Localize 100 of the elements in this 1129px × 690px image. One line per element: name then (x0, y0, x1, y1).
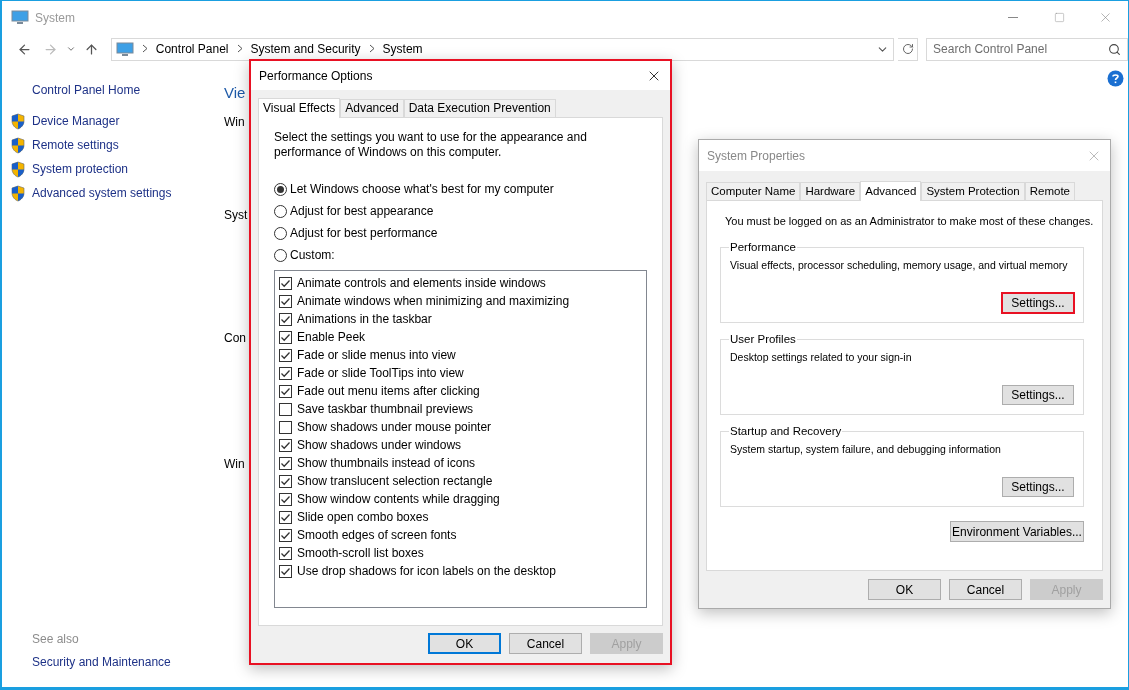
checkbox-label[interactable]: Enable Peek (297, 330, 366, 344)
checkbox[interactable] (279, 474, 292, 488)
tab[interactable]: Hardware (800, 182, 861, 200)
page-title: Vie (224, 84, 246, 101)
checkbox[interactable] (279, 456, 292, 470)
settings-button[interactable]: Settings... (1002, 293, 1074, 313)
minimize-icon (1008, 17, 1018, 18)
radio-button[interactable] (274, 204, 287, 218)
section-heading: Syst (224, 208, 248, 222)
checkbox-label[interactable]: Fade out menu items after clicking (297, 384, 480, 398)
checkbox[interactable] (279, 492, 292, 506)
group-description: System startup, system failure, and debugging information (730, 443, 1002, 455)
checkbox-label[interactable]: Fade or slide menus into view (297, 348, 456, 362)
section-heading: Win (224, 115, 245, 129)
radio-label[interactable]: Adjust for best appearance (290, 204, 434, 218)
sidebar-link[interactable]: Device Manager (32, 114, 120, 128)
section-heading: Win (224, 457, 245, 471)
checkbox[interactable] (279, 438, 292, 452)
computer-icon (11, 10, 29, 25)
checkbox-label[interactable]: Show window contents while dragging (297, 492, 500, 506)
search-icon (1108, 42, 1122, 56)
group-description: Desktop settings related to your sign-in (730, 351, 913, 363)
checkbox[interactable] (279, 528, 292, 542)
checkbox[interactable] (279, 546, 292, 560)
checkbox-label[interactable]: Slide open combo boxes (297, 510, 429, 524)
checkbox-label[interactable]: Show shadows under windows (297, 438, 462, 452)
radio-button[interactable] (274, 226, 287, 240)
checkbox[interactable] (279, 294, 292, 308)
tab[interactable]: Visual Effects (258, 98, 341, 118)
checkbox[interactable] (279, 510, 292, 524)
group-title: Startup and Recovery (729, 425, 843, 437)
checkbox-label[interactable]: Use drop shadows for icon labels on the desktop (297, 564, 556, 578)
radio-label[interactable]: Custom: (290, 248, 335, 262)
checkbox[interactable] (279, 564, 292, 578)
checkbox[interactable] (279, 384, 292, 398)
checkbox-label[interactable]: Smooth edges of screen fonts (297, 528, 457, 542)
settings-button[interactable]: Settings... (1002, 477, 1074, 497)
checkbox-label[interactable]: Show thumbnails instead of icons (297, 456, 476, 470)
checkbox-label[interactable]: Fade or slide ToolTips into view (297, 366, 464, 380)
dialog-button[interactable]: Cancel (949, 579, 1022, 600)
shield-icon (10, 112, 26, 130)
refresh-button[interactable] (898, 37, 919, 61)
see-also-link[interactable]: Security and Maintenance (32, 655, 224, 669)
chevron-icon (236, 43, 243, 55)
tab[interactable]: System Protection (921, 182, 1025, 200)
window-title: System (35, 10, 75, 25)
computer-icon (115, 41, 134, 57)
checkbox[interactable] (279, 312, 292, 326)
shield-icon (10, 136, 26, 154)
checkbox[interactable] (279, 402, 292, 416)
search-field[interactable]: Search Control Panel (926, 37, 1128, 61)
tab[interactable]: Remote (1024, 182, 1075, 200)
checkbox-label[interactable]: Animations in the taskbar (297, 312, 432, 326)
group-title: Performance (729, 241, 797, 253)
home-link[interactable]: Control Panel Home (32, 83, 224, 97)
group-description: Visual effects, processor scheduling, memory usage, and virtual memory (730, 259, 1069, 271)
help-icon[interactable] (1107, 70, 1124, 87)
checkbox-label[interactable]: Smooth-scroll list boxes (297, 546, 424, 560)
section-label: See also (32, 632, 80, 646)
radio-label[interactable]: Let Windows choose what's best for my computer (290, 182, 554, 196)
breadcrumb[interactable]: System and Security (250, 42, 361, 56)
radio-button[interactable] (274, 182, 287, 196)
shield-icon (10, 184, 26, 202)
tab[interactable]: Data Execution Prevention (403, 99, 556, 117)
breadcrumb[interactable]: Control Panel (155, 42, 229, 56)
checkbox[interactable] (279, 276, 292, 290)
environment-variables-button[interactable]: Environment Variables... (950, 521, 1084, 542)
breadcrumb[interactable]: System (382, 42, 423, 56)
dialog-button[interactable]: Cancel (509, 633, 582, 654)
checkbox[interactable] (279, 330, 292, 344)
sidebar-link[interactable]: System protection (32, 162, 129, 176)
shield-icon (10, 160, 26, 178)
description-text: Select the settings you want to use for the appearance and performance of Windows on this computer. (274, 130, 588, 160)
checkbox-label[interactable]: Animate windows when minimizing and maximizing (297, 294, 570, 308)
notice-text: You must be logged on as an Administrator to make most of these changes. (725, 214, 1095, 229)
dialog-button[interactable]: OK (868, 579, 941, 600)
checkbox[interactable] (279, 366, 292, 380)
dialog-title: Performance Options (259, 68, 373, 83)
tab[interactable]: Computer Name (706, 182, 801, 200)
sidebar-link[interactable]: Advanced system settings (32, 186, 172, 200)
group-title: User Profiles (729, 333, 797, 345)
checkbox-label[interactable]: Show shadows under mouse pointer (297, 420, 492, 434)
maximize-icon (1053, 12, 1065, 23)
sidebar-link[interactable]: Remote settings (32, 138, 119, 152)
settings-button[interactable]: Settings... (1002, 385, 1074, 405)
tab[interactable]: Advanced (860, 181, 922, 201)
dialog-button[interactable]: OK (428, 633, 501, 654)
chevron-icon (141, 43, 148, 55)
refresh-icon (901, 43, 914, 55)
checkbox[interactable] (279, 348, 292, 362)
checkbox-label[interactable]: Animate controls and elements inside windows (297, 276, 546, 290)
tab[interactable]: Advanced (340, 99, 404, 117)
dialog-title: System Properties (707, 148, 806, 163)
checkbox[interactable] (279, 420, 292, 434)
section-heading: Con (224, 331, 246, 345)
chevron-icon (368, 43, 375, 55)
checkbox-label[interactable]: Save taskbar thumbnail previews (297, 402, 474, 416)
radio-button[interactable] (274, 248, 287, 262)
checkbox-label[interactable]: Show translucent selection rectangle (297, 474, 493, 488)
radio-label[interactable]: Adjust for best performance (290, 226, 438, 240)
